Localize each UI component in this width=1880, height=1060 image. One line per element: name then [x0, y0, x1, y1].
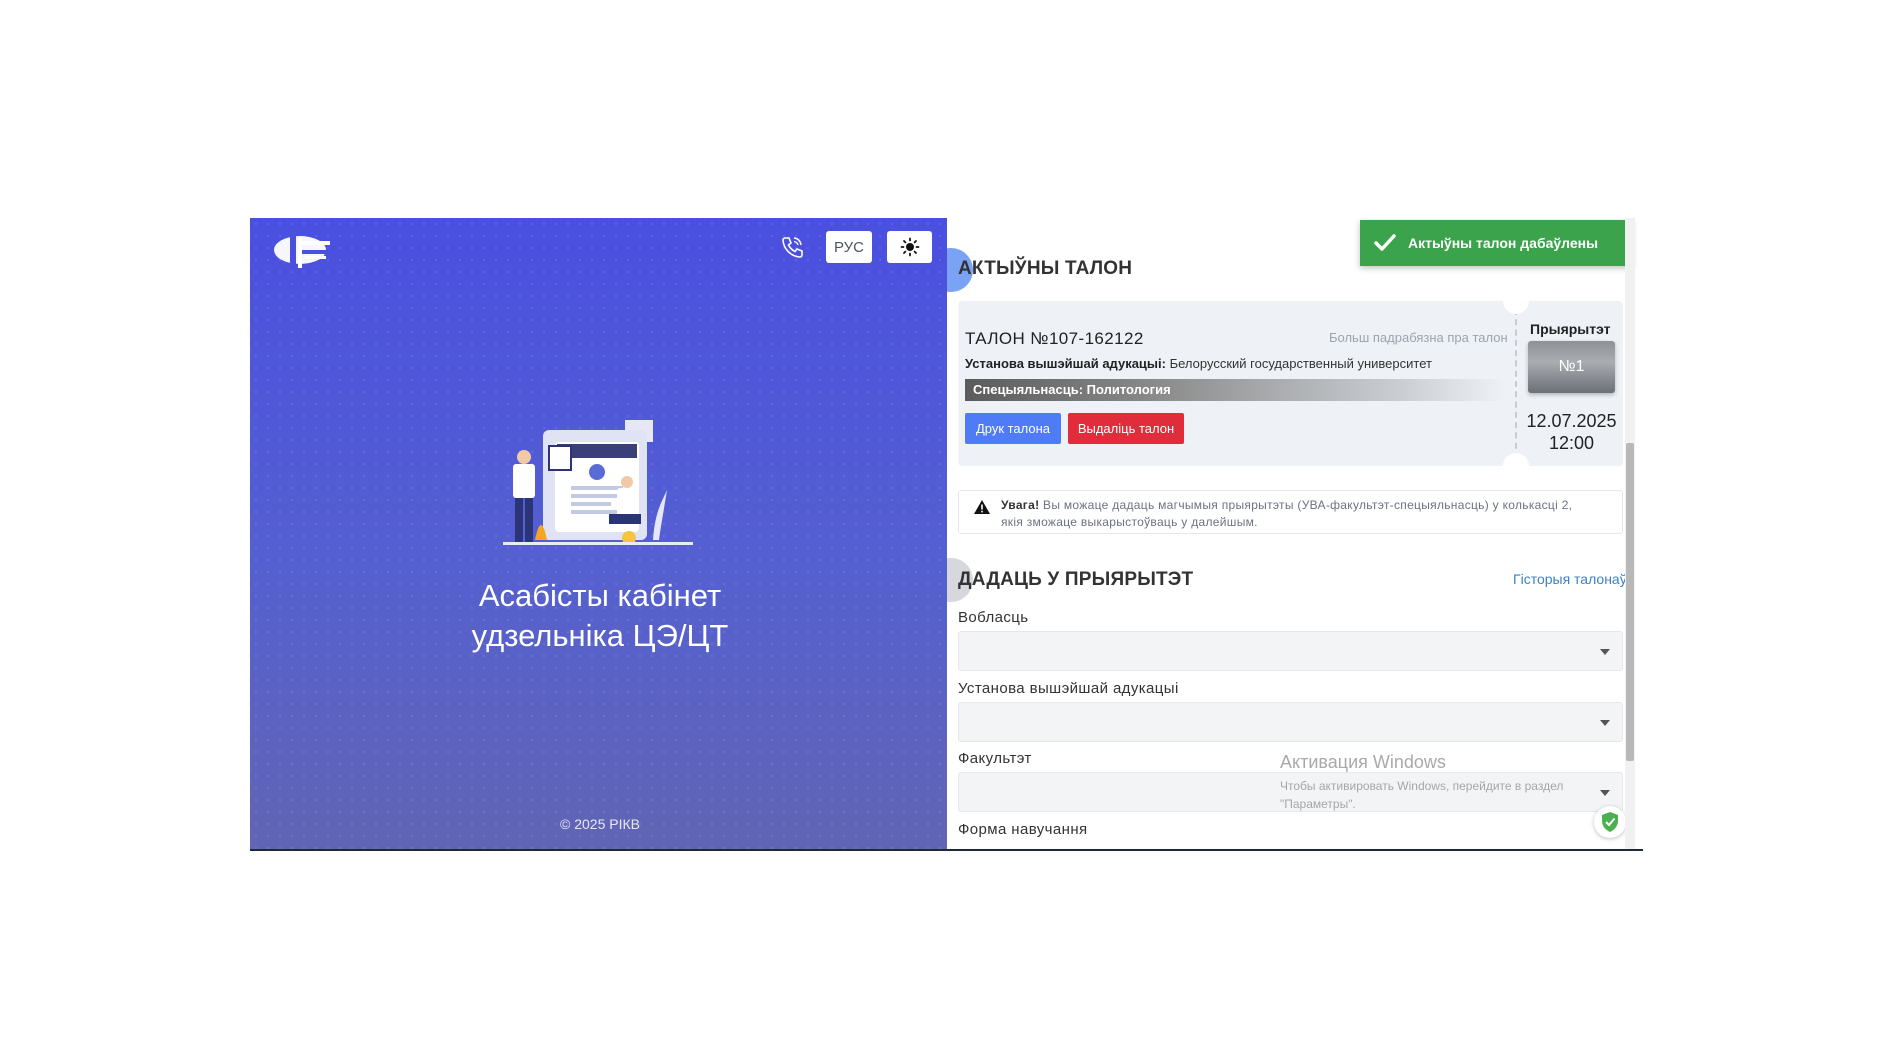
- app-window: РУС Асабісты кабінет удзельніка ЦЭ/ЦТ © …: [250, 218, 1643, 851]
- warning-text-line1: Вы можаце дадаць магчымыя прыярытэты (УВ…: [1043, 498, 1573, 512]
- checkmark-icon: [1374, 234, 1396, 251]
- warning-notice: Увага! Вы можаце дадаць магчымыя прыярыт…: [958, 490, 1623, 534]
- institution-label: Установа вышэйшай адукацыі:: [965, 356, 1166, 371]
- watermark-text: Чтобы активировать Windows, перейдите в …: [1280, 777, 1563, 813]
- print-ticket-button[interactable]: Друк талона: [965, 413, 1061, 444]
- priority-badge: №1: [1528, 341, 1615, 393]
- ticket-time: 12:00: [1548, 433, 1595, 453]
- shield-check-icon: [1602, 812, 1618, 832]
- watermark-line3: "Параметры".: [1280, 797, 1356, 811]
- left-hero-panel: РУС Асабісты кабінет удзельніка ЦЭ/ЦТ © …: [250, 218, 947, 851]
- theme-toggle-button[interactable]: [887, 231, 932, 263]
- active-ticket-card: ТАЛОН №107-162122 Больш падрабязна пра т…: [958, 288, 1623, 479]
- ticket-details-link[interactable]: Больш падрабязна пра талон: [1329, 330, 1508, 345]
- sun-icon: [900, 237, 919, 257]
- warning-icon: [974, 500, 990, 514]
- watermark-title: Активация Windows: [1280, 752, 1446, 772]
- language-button[interactable]: РУС: [826, 231, 872, 263]
- hero-title-line2: удзельніка ЦЭ/ЦТ: [471, 618, 729, 653]
- delete-ticket-button[interactable]: Выдаліць талон: [1068, 413, 1184, 444]
- warning-text-line2: якія зможаце выкарыстоўваць у далейшым.: [1001, 515, 1258, 529]
- caret-down-icon: [1600, 720, 1610, 726]
- bottom-border: [250, 849, 947, 851]
- scrollbar-thumb[interactable]: [1626, 443, 1634, 761]
- warning-line1: Увага! Вы можаце дадаць магчымыя прыярыт…: [1001, 497, 1612, 514]
- ticket-history-link[interactable]: Гісторыя талонаў: [1513, 571, 1627, 587]
- right-content-panel: АКТЫЎНЫ ТАЛОН ТАЛОН №107-162122 Больш па…: [947, 218, 1643, 851]
- phone-icon: [782, 237, 803, 258]
- success-toast[interactable]: Актыўны талон дабаўлены: [1360, 220, 1632, 266]
- ticket-number: ТАЛОН №107-162122: [965, 329, 1144, 348]
- institution-select[interactable]: [958, 702, 1623, 742]
- hero-title-line1: Асабісты кабінет: [478, 578, 722, 613]
- warning-title: Увага!: [1001, 498, 1040, 512]
- security-shield-button[interactable]: [1594, 806, 1626, 838]
- active-ticket-title: АКТЫЎНЫ ТАЛОН: [958, 258, 1133, 279]
- ticket-institution: Установа вышэйшай адукацыі: Белорусский …: [965, 356, 1432, 371]
- region-label: Вобласць: [958, 609, 1029, 626]
- study-form-label: Форма навучання: [958, 821, 1088, 838]
- institution-value: Белорусский государственный университет: [1169, 356, 1432, 371]
- documents-illustration: [503, 420, 693, 545]
- ticket-notch-top: [1503, 288, 1529, 314]
- toast-text: Актыўны талон дабаўлены: [1408, 235, 1599, 251]
- priority-label: Прыярытэт: [1530, 321, 1611, 337]
- region-select[interactable]: [958, 631, 1623, 671]
- caret-down-icon: [1600, 790, 1610, 796]
- add-priority-title: ДАДАЦЬ У ПРЫЯРЫТЭТ: [958, 569, 1194, 590]
- bottom-border: [947, 849, 1643, 851]
- windows-activation-watermark: Активация Windows Чтобы активировать Win…: [1280, 752, 1563, 813]
- hero-title: Асабісты кабінет удзельніка ЦЭ/ЦТ: [350, 576, 850, 656]
- watermark-line2: Чтобы активировать Windows, перейдите в …: [1280, 779, 1564, 793]
- logo-icon[interactable]: [272, 228, 334, 272]
- copyright-text: © 2025 РІКВ: [560, 816, 640, 832]
- scrollbar[interactable]: [1625, 218, 1635, 851]
- ticket-date: 12.07.2025: [1526, 411, 1617, 431]
- faculty-label: Факультэт: [958, 750, 1032, 767]
- ticket-datetime: 12.07.2025 12:00: [1524, 410, 1619, 454]
- ticket-divider: [1515, 309, 1517, 459]
- ticket-notch-bottom: [1503, 453, 1529, 479]
- institution-field-label: Установа вышэйшай адукацыі: [958, 680, 1179, 697]
- contact-phone-button[interactable]: [775, 230, 809, 264]
- ticket-specialty: Спецыяльнасць: Политология: [965, 379, 1505, 401]
- caret-down-icon: [1600, 649, 1610, 655]
- language-label: РУС: [833, 238, 865, 256]
